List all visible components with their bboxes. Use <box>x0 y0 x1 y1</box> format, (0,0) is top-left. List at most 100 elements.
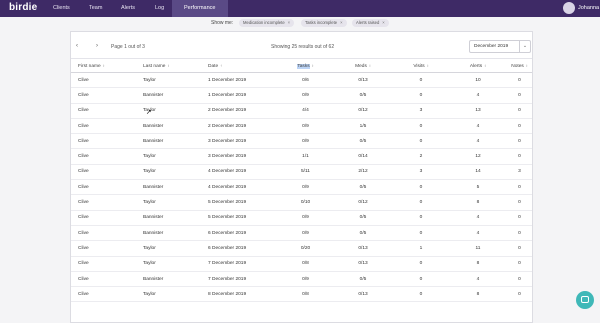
cell-first-name: Clive <box>71 256 136 272</box>
table-row[interactable]: Clive Bannister 3 December 2019 0/9 0/5 0 4 0 <box>71 133 532 150</box>
birdie-logo[interactable]: birdie <box>9 2 37 13</box>
sort-icon[interactable]: ↕ <box>427 63 429 68</box>
cell-last-name: Taylor <box>136 164 201 181</box>
cell-tasks: 0/20 <box>278 240 333 257</box>
cell-date: 7 December 2019 <box>201 271 278 288</box>
cell-date: 6 December 2019 <box>201 240 278 257</box>
cell-tasks: 0/9 <box>278 179 333 196</box>
table-row[interactable]: Clive Taylor 2 December 2019 4/4 0/12 3 13 0 <box>71 103 532 119</box>
filter-chip-medication[interactable]: Medication incomplete × <box>239 19 295 27</box>
page-indicator: Page 1 out of 3 <box>111 44 145 50</box>
nav-team[interactable]: Team <box>89 5 102 11</box>
cell-date: 2 December 2019 <box>201 103 278 119</box>
filter-chip-tasks[interactable]: Tasks incomplete × <box>301 19 347 27</box>
cell-tasks: 0/6 <box>278 72 333 89</box>
cell-meds: 0/5 <box>333 87 393 104</box>
sort-icon[interactable]: ↕ <box>103 63 105 68</box>
table-row[interactable]: Clive Bannister 6 December 2019 0/9 0/5 0 4 0 <box>71 225 532 242</box>
cell-alerts: 4 <box>449 210 507 226</box>
cell-notes: 0 <box>507 225 532 242</box>
avatar[interactable] <box>563 2 575 14</box>
cell-meds: 0/5 <box>333 271 393 288</box>
header-label: Notes <box>511 63 524 69</box>
cell-visits: 0 <box>393 118 449 135</box>
cell-alerts: 5 <box>449 179 507 196</box>
user-name[interactable]: Johanna <box>578 5 599 11</box>
month-select[interactable]: December 2019 ⌄ <box>469 40 531 53</box>
chat-bubble-icon <box>581 296 589 303</box>
cell-last-name: Taylor <box>136 256 201 272</box>
chevron-down-icon[interactable]: ⌄ <box>519 41 530 52</box>
chevron-right-icon[interactable]: › <box>96 43 98 49</box>
sort-icon[interactable]: ↕ <box>312 63 314 68</box>
filter-chip-alerts[interactable]: Alerts raised × <box>352 19 389 27</box>
cell-alerts: 4 <box>449 225 507 242</box>
table-row[interactable]: Clive Taylor 6 December 2019 0/20 0/13 1 11 0 <box>71 240 532 257</box>
cell-visits: 0 <box>393 286 449 303</box>
cell-notes: 0 <box>507 148 532 165</box>
cell-first-name: Clive <box>71 148 136 165</box>
cell-meds: 0/12 <box>333 103 393 119</box>
sort-ascending-icon[interactable]: ↑ <box>220 63 222 68</box>
header-label: Visits <box>413 63 425 69</box>
column-header-alerts[interactable]: Alerts ↕ <box>449 58 507 73</box>
cell-visits: 0 <box>393 256 449 272</box>
cell-notes: 0 <box>507 72 532 89</box>
cell-last-name: Bannister <box>136 210 201 226</box>
cell-meds: 0/5 <box>333 210 393 226</box>
table-row[interactable]: Clive Taylor 7 December 2019 0/8 0/13 0 8 0 <box>71 256 532 272</box>
performance-panel: ‹ › Page 1 out of 3 Showing 25 results o… <box>70 31 533 323</box>
cell-first-name: Clive <box>71 210 136 226</box>
sort-icon[interactable]: ↕ <box>484 63 486 68</box>
nav-performance[interactable]: Performance <box>172 0 228 17</box>
chat-button[interactable] <box>576 291 594 309</box>
cell-notes: 0 <box>507 87 532 104</box>
close-icon[interactable]: × <box>288 20 290 25</box>
cell-alerts: 14 <box>449 164 507 181</box>
header-label: First name <box>78 63 101 69</box>
column-header-meds[interactable]: Meds ↕ <box>333 58 393 73</box>
column-header-notes[interactable]: Notes ↕ <box>507 58 532 73</box>
column-header-tasks[interactable]: Tasks ↕ <box>278 58 333 73</box>
table-row[interactable]: Clive Taylor 8 December 2019 0/8 0/13 0 8 0 <box>71 286 532 303</box>
table-row[interactable]: Clive Bannister 4 December 2019 0/9 0/5 0 5 0 <box>71 179 532 196</box>
cell-first-name: Clive <box>71 194 136 211</box>
sort-icon[interactable]: ↕ <box>167 63 169 68</box>
table-row[interactable]: Clive Bannister 1 December 2019 0/9 0/5 0 4 0 <box>71 87 532 104</box>
cell-visits: 0 <box>393 210 449 226</box>
nav-alerts[interactable]: Alerts <box>121 5 135 11</box>
cell-date: 1 December 2019 <box>201 87 278 104</box>
cell-notes: 0 <box>507 286 532 303</box>
sort-icon[interactable]: ↕ <box>526 63 528 68</box>
cell-meds: 0/12 <box>333 194 393 211</box>
sort-icon[interactable]: ↕ <box>369 63 371 68</box>
column-header-date[interactable]: Date ↑ <box>201 58 278 73</box>
column-header-first-name[interactable]: First name ↕ <box>71 58 136 73</box>
nav-clients[interactable]: Clients <box>53 5 70 11</box>
column-header-last-name[interactable]: Last name ↕ <box>136 58 201 73</box>
cell-date: 3 December 2019 <box>201 133 278 150</box>
table-row[interactable]: Clive Bannister 5 December 2019 0/9 0/5 0 4 0 <box>71 210 532 226</box>
cell-notes: 0 <box>507 271 532 288</box>
cell-meds: 0/14 <box>333 148 393 165</box>
performance-table: First name ↕ Last name ↕ Date ↑ Tasks ↕ Meds… <box>71 58 532 303</box>
table-row[interactable]: Clive Taylor 3 December 2019 1/1 0/14 2 12 0 <box>71 148 532 165</box>
month-select-value: December 2019 <box>474 44 509 49</box>
table-row[interactable]: Clive Bannister 2 December 2019 0/9 1/5 0 4 0 <box>71 118 532 135</box>
close-icon[interactable]: × <box>340 20 342 25</box>
cell-first-name: Clive <box>71 225 136 242</box>
cell-date: 1 December 2019 <box>201 72 278 89</box>
table-row[interactable]: Clive Taylor 5 December 2019 0/10 0/12 0 8 0 <box>71 194 532 211</box>
table-row[interactable]: Clive Taylor 4 December 2019 5/11 2/12 3 14 3 <box>71 164 532 181</box>
cell-date: 7 December 2019 <box>201 256 278 272</box>
table-row[interactable]: Clive Taylor 1 December 2019 0/6 0/13 0 10 0 <box>71 72 532 89</box>
cell-last-name: Taylor <box>136 148 201 165</box>
close-icon[interactable]: × <box>382 20 384 25</box>
column-header-visits[interactable]: Visits ↕ <box>393 58 449 73</box>
table-row[interactable]: Clive Bannister 7 December 2019 0/9 0/5 0 4 0 <box>71 271 532 288</box>
cell-tasks: 0/8 <box>278 256 333 272</box>
chevron-left-icon[interactable]: ‹ <box>76 43 78 49</box>
cell-last-name: Bannister <box>136 225 201 242</box>
nav-log[interactable]: Log <box>155 5 164 11</box>
cell-visits: 2 <box>393 148 449 165</box>
